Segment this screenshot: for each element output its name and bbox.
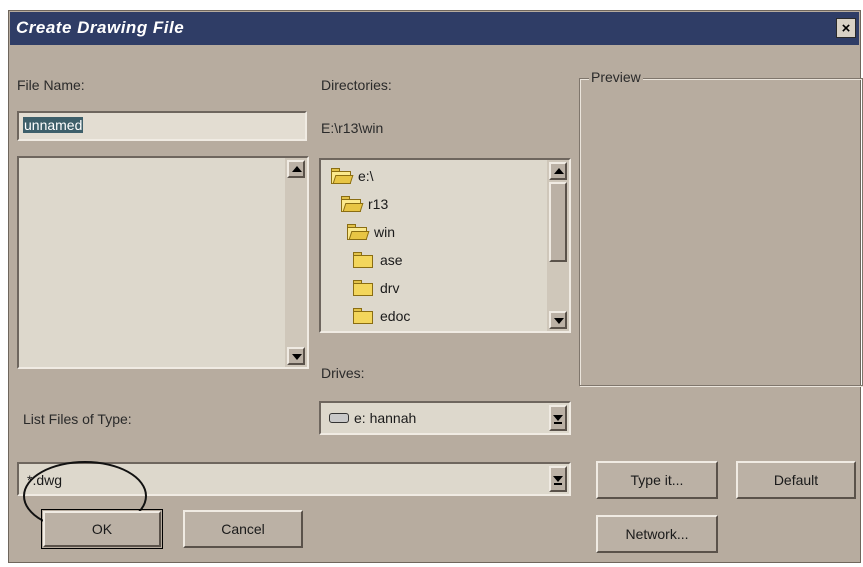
chevron-down-icon: [553, 476, 563, 482]
drives-dropdown-arrow[interactable]: [549, 405, 567, 431]
scroll-down-arrow-icon: [554, 318, 564, 324]
cancel-button[interactable]: Cancel: [183, 510, 303, 548]
ok-button[interactable]: OK: [43, 511, 161, 547]
drives-label: Drives:: [321, 365, 365, 381]
file-name-input[interactable]: unnamed: [17, 111, 307, 141]
directory-item[interactable]: e:\: [331, 164, 374, 188]
directories-label: Directories:: [321, 77, 392, 93]
file-type-dropdown-arrow[interactable]: [549, 466, 567, 492]
preview-label: Preview: [589, 69, 643, 85]
directory-scroll-down-button[interactable]: [549, 311, 567, 329]
network-button[interactable]: Network...: [596, 515, 718, 553]
folder-icon: [353, 308, 375, 324]
default-button[interactable]: Default: [736, 461, 856, 499]
preview-group: [579, 78, 863, 386]
file-list-scrollbar[interactable]: [285, 158, 307, 367]
scroll-up-arrow-icon: [554, 168, 564, 174]
current-directory-path: E:\r13\win: [321, 120, 384, 136]
close-button[interactable]: ×: [836, 18, 856, 38]
file-name-value: unnamed: [23, 117, 84, 133]
file-list-scroll-down-button[interactable]: [287, 347, 305, 365]
directory-item[interactable]: drv: [353, 276, 399, 300]
create-drawing-file-dialog: Create Drawing File × File Name: unnamed…: [8, 10, 863, 563]
directory-list-scrollbar[interactable]: [547, 160, 569, 331]
open-folder-icon: [331, 168, 354, 184]
open-folder-icon: [341, 196, 364, 212]
directory-item[interactable]: edoc: [353, 304, 410, 328]
directory-scroll-up-button[interactable]: [549, 162, 567, 180]
hard-drive-icon: [329, 413, 349, 423]
directory-scroll-thumb[interactable]: [549, 182, 567, 262]
file-name-label: File Name:: [17, 77, 85, 93]
folder-icon: [353, 252, 375, 268]
chevron-down-icon: [553, 415, 563, 421]
file-type-label: List Files of Type:: [23, 411, 132, 427]
scroll-up-arrow-icon: [292, 166, 302, 172]
directory-item[interactable]: win: [347, 220, 395, 244]
directory-item[interactable]: r13: [341, 192, 388, 216]
type-it-button[interactable]: Type it...: [596, 461, 718, 499]
file-list-scroll-up-button[interactable]: [287, 160, 305, 178]
file-list[interactable]: [17, 156, 309, 369]
open-folder-icon: [347, 224, 370, 240]
directory-list[interactable]: e:\ r13 win ase drv edoc: [319, 158, 571, 333]
window-title: Create Drawing File: [16, 18, 185, 37]
drives-selected-value: e: hannah: [354, 410, 417, 426]
folder-icon: [353, 280, 375, 296]
directory-item[interactable]: ase: [353, 248, 403, 272]
drives-dropdown[interactable]: e: hannah: [319, 401, 571, 435]
ok-button-frame[interactable]: OK: [41, 509, 163, 549]
title-bar[interactable]: Create Drawing File ×: [10, 12, 859, 45]
close-icon: ×: [841, 19, 851, 37]
scroll-down-arrow-icon: [292, 354, 302, 360]
